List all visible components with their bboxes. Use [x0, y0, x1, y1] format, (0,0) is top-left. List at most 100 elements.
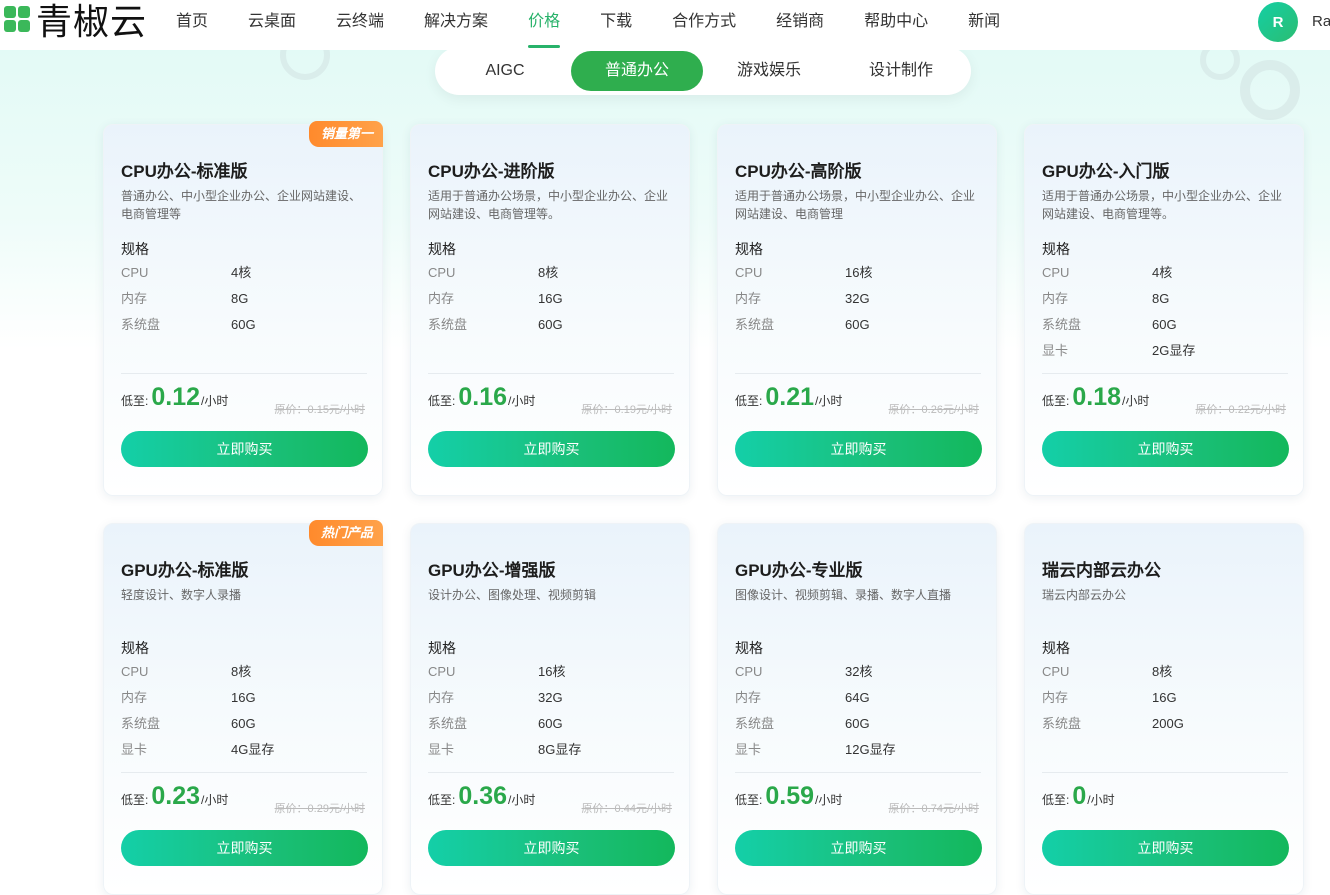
- logo[interactable]: 青椒云: [0, 0, 147, 44]
- spec-value: 64G: [845, 690, 870, 705]
- spec-value: 60G: [538, 716, 563, 731]
- nav-item[interactable]: 云终端: [336, 0, 384, 44]
- card-title: CPU办公-标准版: [121, 162, 248, 181]
- spec-value: 60G: [1152, 317, 1177, 332]
- pricing-card: 热门产品 GPU办公-标准版 轻度设计、数字人录播 规格 CPU 8核 内存 16G 系统盘 60…: [103, 520, 383, 895]
- price-unit: /小时: [201, 793, 229, 807]
- spec-heading: 规格: [1042, 640, 1070, 656]
- tab-4[interactable]: 设计制作: [835, 51, 967, 91]
- spec-value: 32核: [845, 664, 873, 679]
- spec-row: 系统盘 60G: [735, 714, 870, 734]
- nav-item[interactable]: 经销商: [776, 0, 824, 44]
- original-price: 原价：0.15元/小时: [274, 404, 365, 416]
- spec-row: 内存 64G: [735, 688, 870, 708]
- price-value: 0.16: [458, 383, 508, 411]
- card-title: CPU办公-高阶版: [735, 162, 862, 181]
- spec-row: 内存 8G: [1042, 289, 1169, 309]
- spec-key: 显卡: [735, 742, 762, 757]
- spec-row: 内存 8G: [121, 289, 248, 309]
- price-unit: /小时: [1087, 793, 1115, 807]
- original-price: 原价：0.19元/小时: [581, 404, 672, 416]
- spec-key: 内存: [121, 291, 148, 306]
- spec-value: 8核: [1152, 664, 1173, 679]
- card-description: 瑞云内部云办公: [1042, 588, 1127, 602]
- spec-row: CPU 8核: [428, 263, 558, 283]
- nav-item[interactable]: 云桌面: [248, 0, 296, 44]
- price-unit: /小时: [508, 793, 536, 807]
- spec-key: 内存: [735, 291, 762, 306]
- card-description: 普通办公、中小型企业办公、企业网站建设、电商管理等: [121, 189, 362, 221]
- nav-item[interactable]: 价格: [528, 0, 561, 48]
- spec-row: 系统盘 60G: [428, 714, 563, 734]
- spec-row: 内存 16G: [121, 688, 256, 708]
- price-prefix: 低至:: [428, 793, 456, 807]
- spec-heading: 规格: [428, 241, 456, 257]
- spec-value: 60G: [231, 317, 256, 332]
- tab-1[interactable]: AIGC: [439, 51, 571, 91]
- price-value: 0.36: [458, 782, 508, 810]
- buy-now-button[interactable]: 立即购买: [428, 830, 675, 866]
- nav-item[interactable]: 解决方案: [424, 0, 488, 44]
- price: 低至: 0.23/小时: [121, 782, 228, 822]
- buy-now-button[interactable]: 立即购买: [735, 431, 982, 467]
- spec-key: 内存: [1042, 291, 1069, 306]
- price: 低至: 0.16/小时: [428, 383, 535, 423]
- spec-row: 显卡 4G显存: [121, 740, 274, 760]
- username[interactable]: Ra: [1312, 0, 1330, 44]
- tab-3[interactable]: 游戏娱乐: [703, 51, 835, 91]
- pricing-card: GPU办公-专业版 图像设计、视频剪辑、录播、数字人直播 规格 CPU 32核 内存 64G…: [717, 523, 997, 895]
- card-divider: [1042, 373, 1288, 374]
- price-value: 0.21: [765, 383, 815, 411]
- tab-2[interactable]: 普通办公: [571, 51, 703, 91]
- card-badge: 销量第一: [308, 121, 383, 147]
- spec-row: CPU 4核: [121, 263, 251, 283]
- nav-item[interactable]: 合作方式: [672, 0, 736, 44]
- spec-key: 系统盘: [121, 716, 161, 731]
- spec-key: 系统盘: [735, 716, 775, 731]
- spec-row: 内存 16G: [428, 289, 563, 309]
- card-description: 设计办公、图像处理、视频剪辑: [428, 588, 597, 602]
- spec-value: 4G显存: [231, 742, 275, 757]
- buy-now-button[interactable]: 立即购买: [1042, 431, 1289, 467]
- spec-key: 系统盘: [1042, 317, 1082, 332]
- card-divider: [428, 772, 674, 773]
- buy-now-button[interactable]: 立即购买: [428, 431, 675, 467]
- buy-now-button[interactable]: 立即购买: [121, 830, 368, 866]
- buy-now-button[interactable]: 立即购买: [735, 830, 982, 866]
- spec-row: 系统盘 60G: [121, 714, 256, 734]
- price-value: 0.18: [1072, 383, 1122, 411]
- spec-value: 2G显存: [1152, 343, 1196, 358]
- spec-key: 系统盘: [735, 317, 775, 332]
- pricing-card: GPU办公-增强版 设计办公、图像处理、视频剪辑 规格 CPU 16核 内存 32G 系统盘 6…: [410, 523, 690, 895]
- main-nav: 首页 云桌面 云终端 解决方案 价格 下载 合作方式 经销商 帮助中心 新闻: [176, 0, 1040, 48]
- spec-value: 60G: [845, 716, 870, 731]
- user-avatar[interactable]: R: [1258, 2, 1298, 42]
- card-divider: [121, 373, 367, 374]
- spec-row: CPU 16核: [735, 263, 872, 283]
- price: 低至: 0.36/小时: [428, 782, 535, 822]
- nav-item[interactable]: 首页: [176, 0, 208, 44]
- buy-now-button[interactable]: 立即购买: [1042, 830, 1289, 866]
- spec-key: CPU: [1042, 265, 1070, 280]
- spec-row: 内存 16G: [1042, 688, 1177, 708]
- spec-key: 显卡: [121, 742, 148, 757]
- price-prefix: 低至:: [735, 793, 763, 807]
- nav-item[interactable]: 帮助中心: [864, 0, 928, 44]
- original-price: 原价：0.29元/小时: [274, 803, 365, 815]
- spec-row: 内存 32G: [735, 289, 870, 309]
- buy-now-button[interactable]: 立即购买: [121, 431, 368, 467]
- original-price: 原价：0.44元/小时: [581, 803, 672, 815]
- spec-key: 内存: [121, 690, 148, 705]
- spec-key: CPU: [121, 664, 149, 679]
- spec-value: 8核: [538, 265, 559, 280]
- pricing-card: 瑞云内部云办公 瑞云内部云办公 规格 CPU 8核 内存 16G 系统盘 200G 低至: 0/小时…: [1024, 523, 1304, 895]
- price-prefix: 低至:: [1042, 394, 1070, 408]
- nav-item[interactable]: 新闻: [968, 0, 1000, 44]
- spec-key: CPU: [735, 664, 763, 679]
- spec-value: 16G: [231, 690, 256, 705]
- spec-key: CPU: [428, 265, 456, 280]
- price-value: 0: [1072, 782, 1087, 810]
- nav-item[interactable]: 下载: [600, 0, 632, 44]
- card-title: GPU办公-标准版: [121, 561, 249, 580]
- card-divider: [735, 373, 981, 374]
